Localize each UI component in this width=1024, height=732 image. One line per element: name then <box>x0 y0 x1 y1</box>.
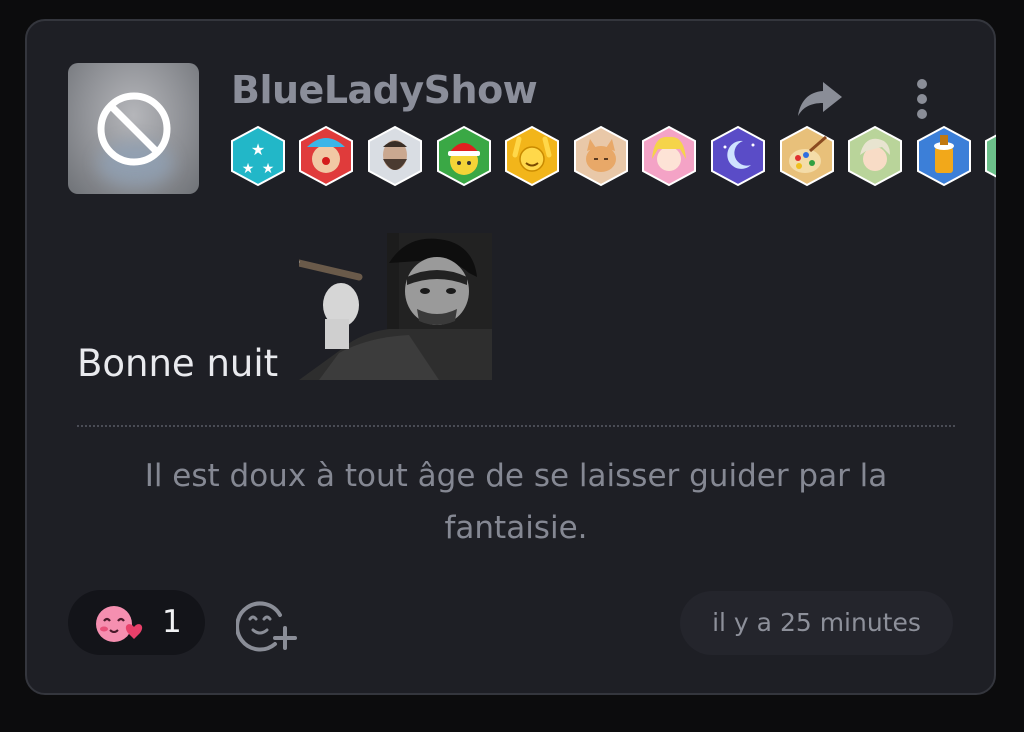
palette-badge[interactable] <box>778 125 836 187</box>
timestamp: il y a 25 minutes <box>680 591 953 655</box>
hands-up-smiley-badge[interactable] <box>503 125 561 187</box>
add-reaction-button[interactable] <box>235 598 298 656</box>
cat-badge[interactable] <box>572 125 630 187</box>
reaction-chip[interactable]: 1 <box>68 590 205 655</box>
quote-text: Il est doux à tout âge de se laisser gui… <box>144 458 888 546</box>
share-icon <box>798 82 842 116</box>
more-vertical-icon <box>917 79 927 119</box>
anime-girl-badge[interactable] <box>640 125 698 187</box>
svg-text:★: ★ <box>262 161 275 177</box>
bearded-man-badge[interactable] <box>366 125 424 187</box>
santa-smiley-badge[interactable] <box>435 125 493 187</box>
sticker-image <box>299 233 492 380</box>
moon-night-badge[interactable] <box>709 125 767 187</box>
divider <box>77 425 955 427</box>
beer-badge[interactable] <box>915 125 973 187</box>
avatar[interactable] <box>68 63 199 194</box>
blocked-icon <box>97 92 171 166</box>
blushing-heart-icon <box>96 606 143 642</box>
svg-text:★: ★ <box>251 140 265 159</box>
badge-list: ★ ★ ★ <box>229 125 996 189</box>
username[interactable]: BlueLadyShow <box>231 68 538 112</box>
more-options-button[interactable] <box>914 78 930 126</box>
reaction-count: 1 <box>162 604 182 640</box>
stars-badge[interactable]: ★ ★ ★ <box>229 125 287 187</box>
message-text: Bonne nuit <box>77 342 279 385</box>
anime-boy-badge[interactable] <box>846 125 904 187</box>
add-reaction-icon <box>235 601 297 652</box>
svg-text:★: ★ <box>242 161 255 177</box>
share-button[interactable] <box>796 80 844 122</box>
clown-badge[interactable] <box>297 125 355 187</box>
partial-badge[interactable] <box>983 125 996 187</box>
